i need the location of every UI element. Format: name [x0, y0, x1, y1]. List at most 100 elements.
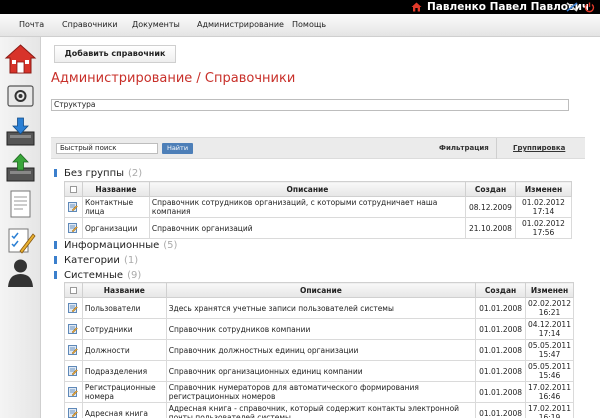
- table-row[interactable]: Организации Справочник организаций 21.10…: [64, 217, 573, 239]
- row-modified: 17.02.2011 16:46: [525, 381, 574, 403]
- menu-item-help[interactable]: Помощь: [292, 14, 326, 36]
- column-header-name[interactable]: Название: [81, 282, 167, 298]
- toolbar-divider: [496, 138, 497, 159]
- column-header-name[interactable]: Название: [81, 181, 150, 197]
- row-description: Справочник организационных единиц компан…: [165, 360, 477, 382]
- row-created: 01.01.2008: [475, 402, 527, 418]
- main-menu: Почта Справочники Документы Администриро…: [0, 14, 600, 37]
- row-name[interactable]: Регистрационные номера: [81, 381, 167, 403]
- row-name[interactable]: Должности: [81, 339, 167, 361]
- toolbar: Быстрый поиск Найти Фильтрация Группиров…: [51, 137, 585, 159]
- find-button[interactable]: Найти: [162, 143, 193, 154]
- checklist-pencil-icon[interactable]: [4, 224, 37, 256]
- row-icon-cell: [64, 297, 83, 319]
- table-row[interactable]: Должности Справочник должностных единиц …: [64, 339, 574, 361]
- group-marker: [54, 256, 57, 264]
- add-reference-button[interactable]: Добавить справочник: [54, 45, 176, 63]
- row-modified: 05.05.2011 15:47: [525, 339, 574, 361]
- group-no-group[interactable]: Без группы (2): [54, 168, 142, 179]
- row-description: Справочник организаций: [148, 217, 467, 239]
- structure-field[interactable]: Структура: [51, 99, 569, 111]
- column-header-icon: [64, 181, 83, 197]
- row-created: 01.01.2008: [475, 339, 527, 361]
- group-system[interactable]: Системные (9): [54, 270, 141, 281]
- page-icon: [69, 186, 77, 193]
- row-modified: 01.02.2012 17:14: [514, 196, 573, 218]
- mail-at-icon[interactable]: [4, 80, 37, 112]
- user-silhouette-icon[interactable]: [4, 257, 37, 289]
- edit-document-icon[interactable]: [68, 303, 78, 313]
- edit-document-icon[interactable]: [68, 366, 78, 376]
- tools-icon[interactable]: [566, 2, 578, 12]
- table-row[interactable]: Регистрационные номера Справочник нумера…: [64, 381, 574, 403]
- row-modified: 17.02.2011 16:19: [525, 402, 574, 418]
- edit-document-icon[interactable]: [68, 345, 78, 355]
- row-description: Справочник нумераторов для автоматическо…: [165, 381, 477, 403]
- table-header-row: Название Описание Создан Изменен: [64, 282, 574, 298]
- filter-button[interactable]: Фильтрация: [439, 138, 489, 159]
- menu-item-mail[interactable]: Почта: [19, 14, 44, 36]
- group-count: (5): [163, 240, 178, 251]
- row-created: 01.01.2008: [475, 381, 527, 403]
- row-icon-cell: [64, 196, 83, 218]
- row-name[interactable]: Пользователи: [81, 297, 167, 319]
- row-name[interactable]: Контактные лица: [81, 196, 150, 218]
- group-count: (1): [123, 255, 139, 266]
- group-name: Категории: [64, 255, 120, 266]
- group-count: (2): [128, 168, 143, 179]
- table-row[interactable]: Контактные лица Справочник сотрудников о…: [64, 196, 573, 218]
- outbox-upload-icon[interactable]: [4, 152, 37, 184]
- row-created: 21.10.2008: [465, 217, 516, 239]
- menu-item-administration[interactable]: Администрирование: [197, 14, 284, 36]
- grouping-link[interactable]: Группировка: [513, 138, 565, 159]
- row-created: 01.01.2008: [475, 318, 527, 340]
- edit-document-icon[interactable]: [68, 223, 78, 233]
- row-created: 01.01.2008: [475, 360, 527, 382]
- table-row[interactable]: Подразделения Справочник организационных…: [64, 360, 574, 382]
- power-icon[interactable]: [584, 2, 595, 13]
- edit-document-icon[interactable]: [68, 202, 78, 212]
- row-icon-cell: [64, 318, 83, 340]
- page-icon: [69, 287, 77, 294]
- home-icon[interactable]: [411, 2, 422, 12]
- row-description: Справочник сотрудников организаций, с ко…: [148, 196, 467, 218]
- row-description: Справочник должностных единиц организаци…: [165, 339, 477, 361]
- home-icon[interactable]: [4, 43, 37, 75]
- sidebar: [0, 37, 41, 418]
- row-icon-cell: [64, 360, 83, 382]
- quick-search-input[interactable]: Быстрый поиск: [56, 143, 158, 154]
- menu-item-documents[interactable]: Документы: [132, 14, 180, 36]
- top-bar: Павленко Павел Павлович: [0, 0, 600, 14]
- document-list-icon[interactable]: [4, 188, 37, 220]
- group-categories[interactable]: Категории (1): [54, 255, 138, 266]
- edit-document-icon[interactable]: [68, 387, 78, 397]
- row-modified: 05.05.2011 15:46: [525, 360, 574, 382]
- user-name[interactable]: Павленко Павел Павлович: [427, 0, 589, 14]
- row-name[interactable]: Подразделения: [81, 360, 167, 382]
- column-header-modified[interactable]: Изменен: [514, 181, 573, 197]
- inbox-download-icon[interactable]: [4, 116, 37, 148]
- row-name[interactable]: Организации: [81, 217, 150, 239]
- row-icon-cell: [64, 402, 83, 418]
- column-header-description[interactable]: Описание: [165, 282, 477, 298]
- table-header-row: Название Описание Создан Изменен: [64, 181, 573, 197]
- table-row[interactable]: Сотрудники Справочник сотрудников компан…: [64, 318, 574, 340]
- row-description: Адресная книга - справочник, который сод…: [165, 402, 477, 418]
- row-icon-cell: [64, 217, 83, 239]
- column-header-created[interactable]: Создан: [465, 181, 516, 197]
- group-count: (9): [127, 270, 142, 281]
- group-marker: [54, 169, 57, 177]
- menu-item-references[interactable]: Справочники: [62, 14, 118, 36]
- row-name[interactable]: Адресная книга: [81, 402, 167, 418]
- row-name[interactable]: Сотрудники: [81, 318, 167, 340]
- column-header-created[interactable]: Создан: [475, 282, 527, 298]
- row-description: Здесь хранятся учетные записи пользовате…: [165, 297, 477, 319]
- edit-document-icon[interactable]: [68, 408, 78, 418]
- edit-document-icon[interactable]: [68, 324, 78, 334]
- references-table-system: Название Описание Создан Изменен Пользов…: [64, 282, 574, 418]
- column-header-modified[interactable]: Изменен: [525, 282, 574, 298]
- group-informational[interactable]: Информационные (5): [54, 240, 177, 251]
- table-row[interactable]: Адресная книга Адресная книга - справочн…: [64, 402, 574, 418]
- table-row[interactable]: Пользователи Здесь хранятся учетные запи…: [64, 297, 574, 319]
- column-header-description[interactable]: Описание: [148, 181, 467, 197]
